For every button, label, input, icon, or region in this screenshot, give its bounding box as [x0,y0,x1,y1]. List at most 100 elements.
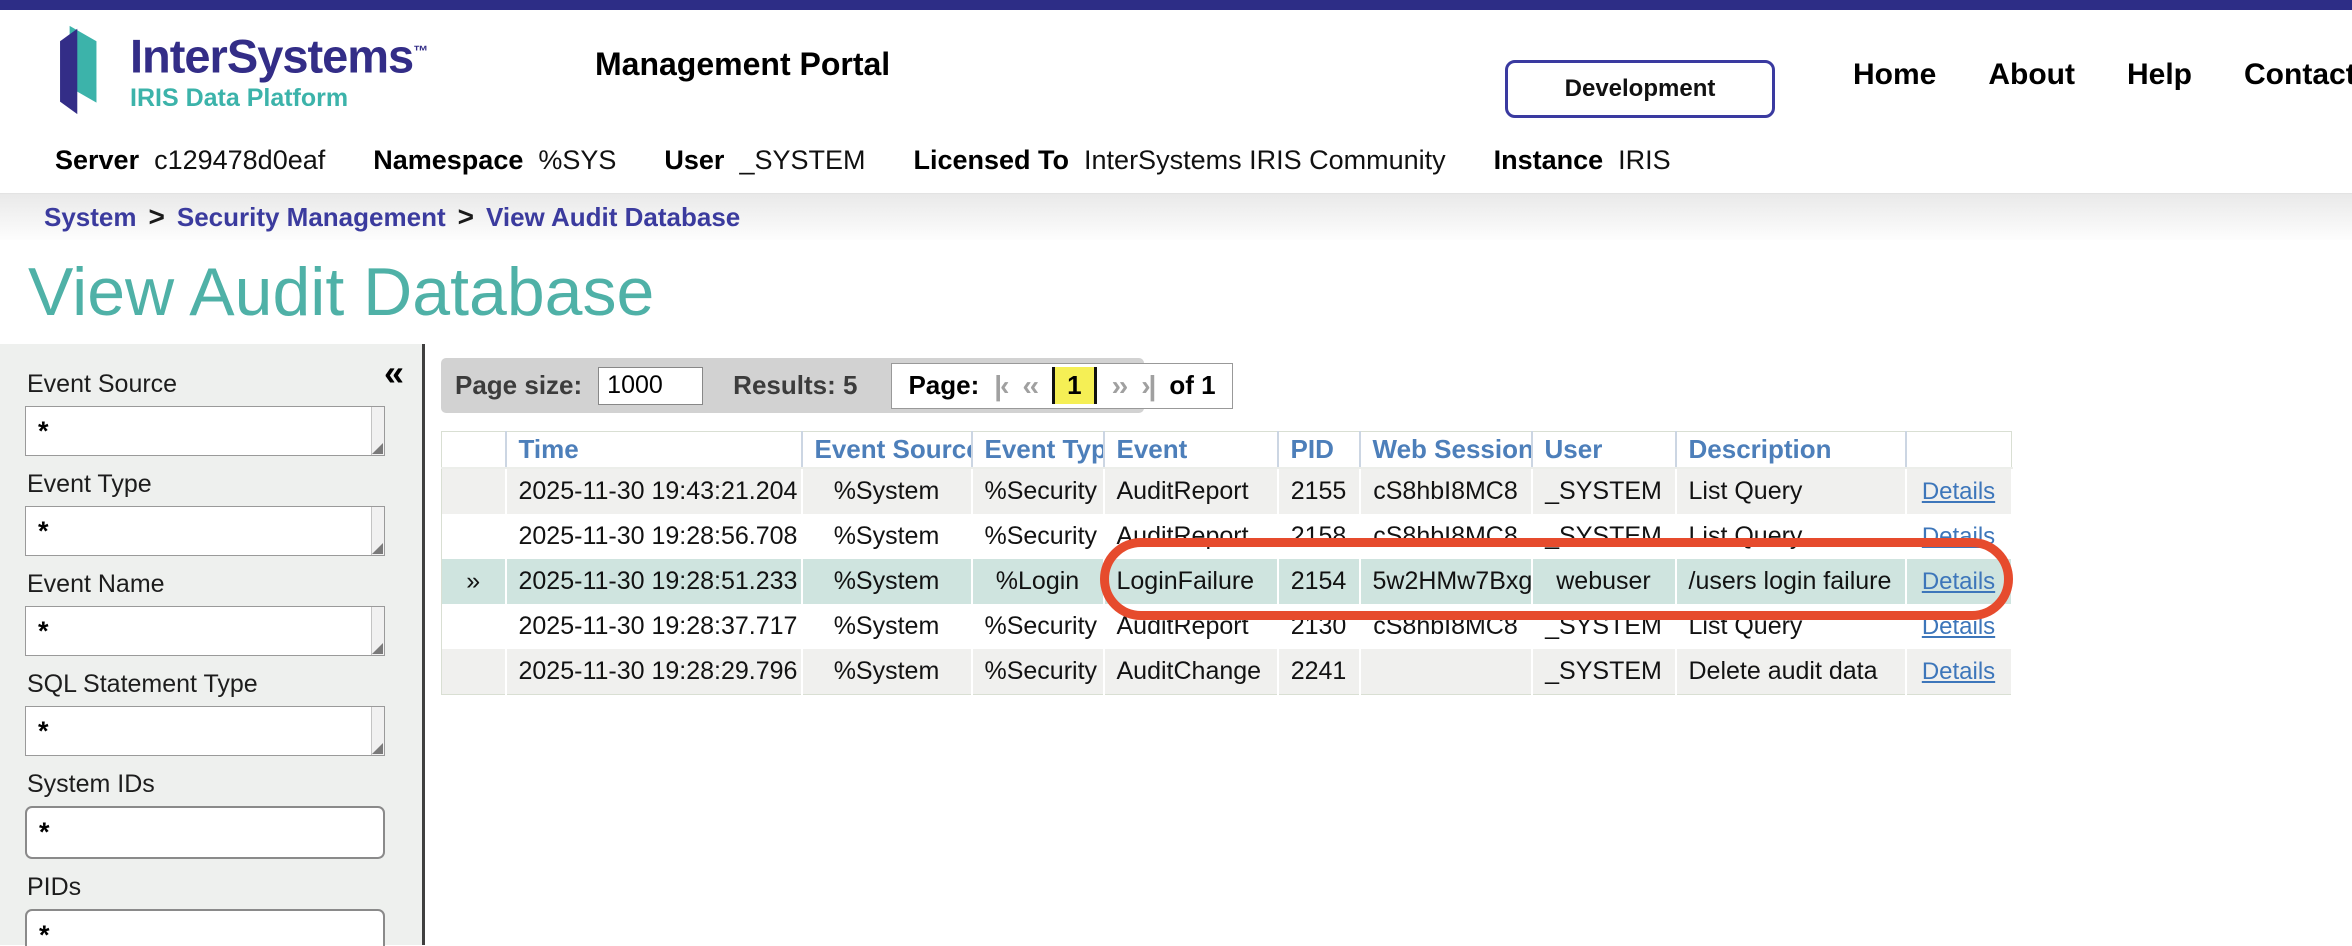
page-size-input[interactable] [598,367,703,405]
prev-page-button[interactable]: ‹‹ [1022,370,1037,402]
first-page-button[interactable]: |‹ [994,370,1007,402]
cell-event-type: %Login [972,559,1104,604]
intersystems-logo-icon [52,24,116,116]
server-info-server: Serverc129478d0eaf [55,145,325,176]
cell-time: 2025-11-30 19:28:37.717 [506,604,802,649]
system-ids-label: System IDs [27,770,422,799]
cell-event: AuditChange [1104,649,1278,695]
server-info-bar: Serverc129478d0eaf Namespace%SYS User_SYST… [0,128,2352,194]
top-accent-bar [0,0,2352,10]
cell-time: 2025-11-30 19:28:56.708 [506,514,802,559]
audit-table-wrap: TimeEvent SourceEvent TypeEventPIDWeb Se… [441,431,2011,695]
breadcrumb-link-system[interactable]: System [44,202,137,233]
audit-table: TimeEvent SourceEvent TypeEventPIDWeb Se… [441,431,2013,695]
column-header-empty-9 [1906,432,2012,469]
pager: Page: |‹ ‹‹ 1 ›› ›| of 1 [891,363,1232,409]
table-row[interactable]: 2025-11-30 19:28:29.796%System%SecurityA… [442,649,2012,695]
details-link[interactable]: Details [1922,613,1995,640]
table-row[interactable]: »2025-11-30 19:28:51.233%System%LoginLog… [442,559,2012,604]
event-type-label: Event Type [27,470,422,499]
environment-button[interactable]: Development [1505,60,1775,118]
table-row[interactable]: 2025-11-30 19:28:56.708%System%SecurityA… [442,514,2012,559]
cell-pid: 2158 [1278,514,1360,559]
column-header-user[interactable]: User [1532,432,1676,469]
cell-web-session: cS8hbI8MC8 [1360,468,1532,514]
column-header-event-type[interactable]: Event Type [972,432,1104,469]
app-header: InterSystems™ IRIS Data Platform Managem… [0,10,2352,128]
breadcrumb-link-security-management[interactable]: Security Management [177,202,446,233]
table-row[interactable]: 2025-11-30 19:28:37.717%System%SecurityA… [442,604,2012,649]
details-link[interactable]: Details [1922,478,1995,505]
cell-web-session: cS8hbI8MC8 [1360,514,1532,559]
filter-sidebar: « Event SourceEvent TypeEvent NameSQL St… [0,344,425,945]
cell-pid: 2241 [1278,649,1360,695]
cell-event: AuditReport [1104,468,1278,514]
cell-pid: 2154 [1278,559,1360,604]
results-toolbar: Page size: Results: 5 Page: |‹ ‹‹ 1 ›› ›… [441,358,1144,413]
cell-web-session: cS8hbI8MC8 [1360,604,1532,649]
cell-indicator [442,649,506,695]
cell-details: Details [1906,468,2012,514]
cell-time: 2025-11-30 19:28:51.233 [506,559,802,604]
portal-title: Management Portal [595,46,890,83]
table-row[interactable]: 2025-11-30 19:43:21.204%System%SecurityA… [442,468,2012,514]
nav-link-home[interactable]: Home [1853,58,1936,92]
cell-event-source: %System [802,604,972,649]
nav-link-contact[interactable]: Contact [2244,58,2352,92]
column-header-time[interactable]: Time [506,432,802,469]
event-source-input[interactable] [26,407,384,455]
collapse-sidebar-icon[interactable]: « [384,352,404,394]
event-source-label: Event Source [27,370,422,399]
cell-user: _SYSTEM [1532,468,1676,514]
cell-web-session: 5w2HMw7Bxg [1360,559,1532,604]
cell-user: _SYSTEM [1532,514,1676,559]
nav-link-about[interactable]: About [1988,58,2075,92]
details-link[interactable]: Details [1922,568,1995,595]
cell-event-type: %Security [972,649,1104,695]
cell-details: Details [1906,604,2012,649]
cell-time: 2025-11-30 19:28:29.796 [506,649,802,695]
cell-details: Details [1906,559,2012,604]
cell-details: Details [1906,514,2012,559]
resize-grip-icon[interactable] [372,643,383,654]
column-header-event-source[interactable]: Event Source [802,432,972,469]
cell-details: Details [1906,649,2012,695]
cell-time: 2025-11-30 19:43:21.204 [506,468,802,514]
server-info-namespace: Namespace%SYS [373,145,616,176]
breadcrumb-separator: > [458,201,474,233]
cell-user: _SYSTEM [1532,604,1676,649]
resize-grip-icon[interactable] [372,443,383,454]
cell-event-type: %Security [972,468,1104,514]
column-header-event[interactable]: Event [1104,432,1278,469]
cell-description: List Query [1676,604,1906,649]
nav-link-help[interactable]: Help [2127,58,2192,92]
top-nav: Home About Help Contact [1853,58,2352,92]
details-link[interactable]: Details [1922,523,1995,550]
event-type-input[interactable] [26,507,384,555]
resize-grip-icon[interactable] [372,543,383,554]
column-header-web-session[interactable]: Web Session [1360,432,1532,469]
cell-user: _SYSTEM [1532,649,1676,695]
breadcrumb-link-view-audit-database[interactable]: View Audit Database [486,202,740,233]
column-header-description[interactable]: Description [1676,432,1906,469]
event-name-input[interactable] [26,607,384,655]
column-header-pid[interactable]: PID [1278,432,1360,469]
last-page-button[interactable]: ›| [1141,370,1154,402]
next-page-button[interactable]: ›› [1112,370,1127,402]
pids-label: PIDs [27,873,422,902]
resize-grip-icon[interactable] [372,743,383,754]
pids-input[interactable] [25,909,385,946]
server-info-user: User_SYSTEM [664,145,865,176]
details-link[interactable]: Details [1922,658,1995,685]
current-page-badge: 1 [1052,367,1096,404]
intersystems-logo: InterSystems™ IRIS Data Platform [52,24,427,116]
system-ids-input[interactable] [25,806,385,859]
cell-indicator [442,514,506,559]
cell-indicator [442,468,506,514]
sql-statement-type-input[interactable] [26,707,384,755]
cell-pid: 2155 [1278,468,1360,514]
server-info-licensed-to: Licensed ToInterSystems IRIS Community [914,145,1446,176]
cell-user: webuser [1532,559,1676,604]
cell-description: List Query [1676,468,1906,514]
cell-indicator [442,604,506,649]
